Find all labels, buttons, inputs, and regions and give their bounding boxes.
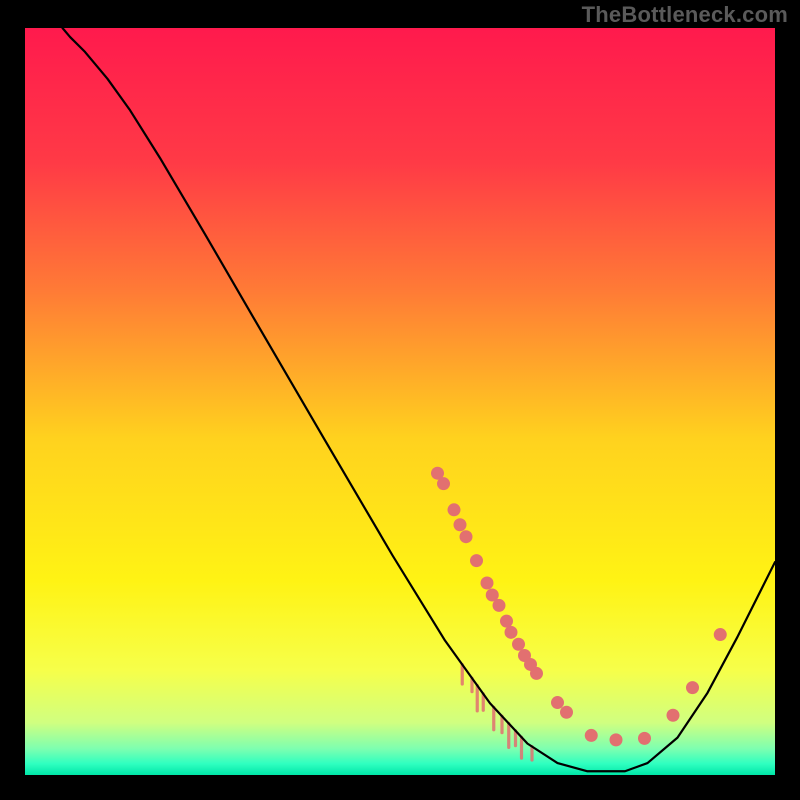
data-marker: [505, 626, 518, 639]
data-marker: [460, 530, 473, 543]
data-marker: [500, 615, 513, 628]
data-marker: [512, 638, 525, 651]
chart-frame: TheBottleneck.com: [0, 0, 800, 800]
data-marker: [437, 477, 450, 490]
plot-area: [25, 28, 775, 775]
attribution-label: TheBottleneck.com: [582, 2, 788, 28]
data-marker: [493, 599, 506, 612]
data-marker: [667, 709, 680, 722]
data-marker: [610, 733, 623, 746]
data-marker: [638, 732, 651, 745]
heat-background: [25, 28, 775, 775]
data-marker: [585, 729, 598, 742]
bottleneck-chart: [25, 28, 775, 775]
data-marker: [448, 503, 461, 516]
data-marker: [454, 518, 467, 531]
data-marker: [481, 577, 494, 590]
data-marker: [714, 628, 727, 641]
data-marker: [551, 696, 564, 709]
data-marker: [560, 706, 573, 719]
data-marker: [686, 681, 699, 694]
data-marker: [470, 554, 483, 567]
data-marker: [530, 667, 543, 680]
